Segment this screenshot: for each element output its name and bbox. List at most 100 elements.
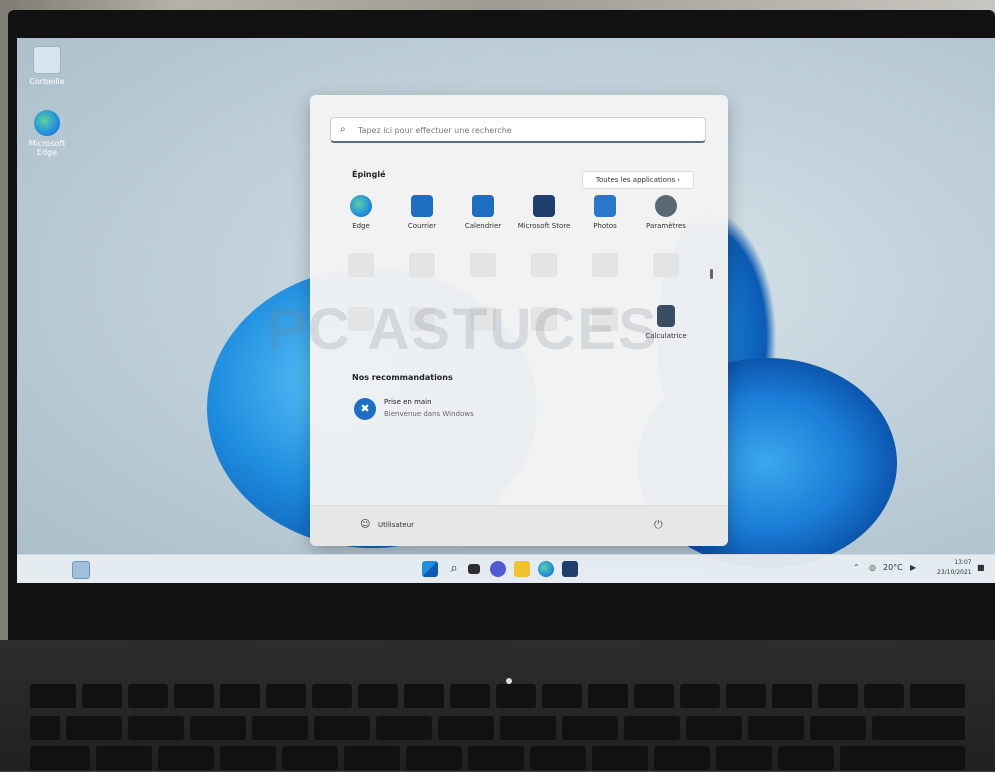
laptop-keyboard <box>0 640 995 771</box>
store-icon <box>533 195 555 217</box>
photos-icon <box>594 195 616 217</box>
pinned-app-placeholder[interactable] <box>531 253 557 277</box>
search-input[interactable]: ⌕ Tapez ici pour effectuer une recherche <box>330 117 706 143</box>
app-label: Paramètres <box>646 222 686 230</box>
key-row <box>30 716 965 742</box>
key <box>174 684 214 708</box>
key <box>376 716 432 740</box>
key <box>220 684 260 708</box>
network-icon[interactable]: ◎ <box>869 563 876 572</box>
key <box>252 716 308 740</box>
key <box>726 684 766 708</box>
key <box>96 746 152 770</box>
pinned-app-settings[interactable]: Paramètres <box>636 195 696 230</box>
pinned-app-placeholder[interactable] <box>348 253 374 277</box>
app-label: Calendrier <box>464 222 502 230</box>
key <box>680 684 720 708</box>
key <box>772 684 812 708</box>
key <box>266 684 306 708</box>
pinned-app-edge[interactable]: Edge <box>331 195 391 230</box>
key <box>562 716 618 740</box>
pinned-app-placeholder[interactable] <box>653 253 679 277</box>
power-led <box>506 678 512 684</box>
key <box>406 746 462 770</box>
desktop-icon-edge[interactable]: Microsoft Edge <box>23 110 71 157</box>
key <box>468 746 524 770</box>
power-icon[interactable]: ⏻ <box>654 518 663 532</box>
key <box>128 716 184 740</box>
key <box>404 684 444 708</box>
key <box>748 716 804 740</box>
getstarted-icon: ✖ <box>354 398 376 420</box>
key <box>864 684 904 708</box>
scrollbar[interactable] <box>710 269 713 279</box>
all-apps-button[interactable]: Toutes les applications › <box>582 171 694 189</box>
calendar-icon <box>472 195 494 217</box>
widgets-icon[interactable] <box>72 561 90 579</box>
pinned-app-placeholder[interactable] <box>470 253 496 277</box>
key <box>450 684 490 708</box>
pinned-app-photos[interactable]: Photos <box>575 195 635 230</box>
key <box>220 746 276 770</box>
explorer-icon[interactable] <box>514 561 530 577</box>
recycle-bin-icon <box>33 46 61 74</box>
pinned-app-placeholder[interactable] <box>409 253 435 277</box>
key <box>500 716 556 740</box>
key <box>818 684 858 708</box>
start-icon[interactable] <box>422 561 438 577</box>
app-label: Edge <box>352 222 370 230</box>
clock[interactable]: 13:07 23/10/2021 <box>937 558 972 578</box>
key <box>30 684 76 708</box>
recommended-item-title: Prise en main <box>384 398 432 406</box>
user-icon: ☺ <box>360 519 371 530</box>
key <box>358 684 398 708</box>
key <box>634 684 674 708</box>
store-icon[interactable] <box>562 561 578 577</box>
clock-date: 23/10/2021 <box>937 569 972 576</box>
key <box>128 684 168 708</box>
pinned-app-store[interactable]: Microsoft Store <box>514 195 574 230</box>
pinned-app-placeholder[interactable] <box>592 253 618 277</box>
key-row <box>30 684 965 710</box>
notification-icon[interactable]: ■ <box>977 563 985 572</box>
gear-icon <box>655 195 677 217</box>
pinned-app-calendar[interactable]: Calendrier <box>453 195 513 230</box>
key <box>66 716 122 740</box>
key-row <box>30 746 965 772</box>
taskview-icon[interactable] <box>468 564 480 574</box>
search-icon[interactable]: ⌕ <box>446 561 462 577</box>
pinned-title: Épinglé <box>352 170 386 179</box>
key <box>810 716 866 740</box>
edge-icon <box>350 195 372 217</box>
key <box>496 684 536 708</box>
pinned-app-mail[interactable]: Courrier <box>392 195 452 230</box>
weather-temp[interactable]: 20°C <box>883 563 903 572</box>
desktop-icon-recycle-bin[interactable]: Corbeille <box>23 46 71 86</box>
tray-chevron-icon[interactable]: ⌃ <box>853 563 860 572</box>
key <box>158 746 214 770</box>
key <box>624 716 680 740</box>
app-label: Microsoft Store <box>517 222 571 230</box>
recommended-item-getstarted[interactable]: ✖ Prise en main Bienvenue dans Windows <box>354 393 554 427</box>
app-label: Photos <box>593 222 617 230</box>
key <box>592 746 648 770</box>
start-footer: ☺ Utilisateur ⏻ <box>310 505 728 546</box>
key <box>872 716 965 740</box>
edge-icon <box>34 110 60 136</box>
mail-icon <box>411 195 433 217</box>
clock-time: 13:07 <box>954 559 972 566</box>
key <box>654 746 710 770</box>
watermark-logo: PC ASTUCES <box>267 297 659 362</box>
user-name-button[interactable]: Utilisateur <box>378 521 414 529</box>
taskbar: ⌕ ⌃ ◎ 20°C ▶ 13:07 23/10/2021 ■ <box>17 554 995 583</box>
chat-icon[interactable] <box>490 561 506 577</box>
key <box>542 684 582 708</box>
recommended-title: Nos recommandations <box>352 373 453 382</box>
volume-icon[interactable]: ▶ <box>910 563 916 572</box>
key <box>312 684 352 708</box>
key <box>530 746 586 770</box>
desktop-icon-label: Microsoft Edge <box>28 139 66 157</box>
key <box>282 746 338 770</box>
key <box>30 746 90 770</box>
edge-icon[interactable] <box>538 561 554 577</box>
